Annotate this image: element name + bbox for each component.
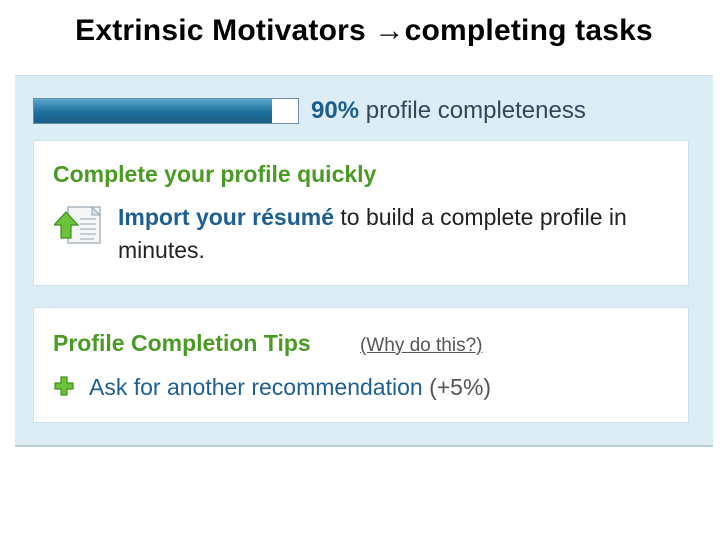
complete-profile-card: Complete your profile quickly Import you… bbox=[33, 140, 689, 286]
tip-text[interactable]: Ask for another recommendation bbox=[89, 374, 423, 400]
why-do-this-link[interactable]: (Why do this?) bbox=[360, 335, 482, 357]
completion-tips-card: Profile Completion Tips (Why do this?) A… bbox=[33, 307, 689, 423]
tip-bonus: (+5%) bbox=[429, 374, 492, 400]
profile-completeness-panel: 90% profile completeness Complete your p… bbox=[15, 75, 713, 447]
arrow-right-icon: → bbox=[374, 14, 405, 47]
slide-title-sub: completing tasks bbox=[404, 14, 653, 47]
progress-percent: 90% bbox=[311, 97, 360, 124]
progress-label: profile completeness bbox=[365, 97, 586, 124]
complete-profile-heading: Complete your profile quickly bbox=[53, 161, 377, 187]
slide-title-main: Extrinsic Motivators bbox=[75, 14, 366, 47]
progress-caption: 90% profile completeness bbox=[311, 96, 586, 126]
profile-progress: 90% profile completeness bbox=[33, 96, 693, 126]
progress-bar bbox=[33, 98, 299, 124]
import-resume-text: Import your résumé to build a complete p… bbox=[118, 201, 678, 267]
import-document-icon bbox=[54, 205, 102, 244]
import-resume-link[interactable]: Import your résumé bbox=[118, 204, 334, 230]
progress-bar-fill bbox=[34, 99, 272, 123]
plus-icon[interactable] bbox=[54, 376, 74, 396]
tip-ask-recommendation[interactable]: Ask for another recommendation (+5%) bbox=[89, 374, 491, 401]
completion-tips-heading: Profile Completion Tips bbox=[53, 330, 311, 356]
slide-title: Extrinsic Motivators →completing tasks bbox=[0, 14, 728, 48]
